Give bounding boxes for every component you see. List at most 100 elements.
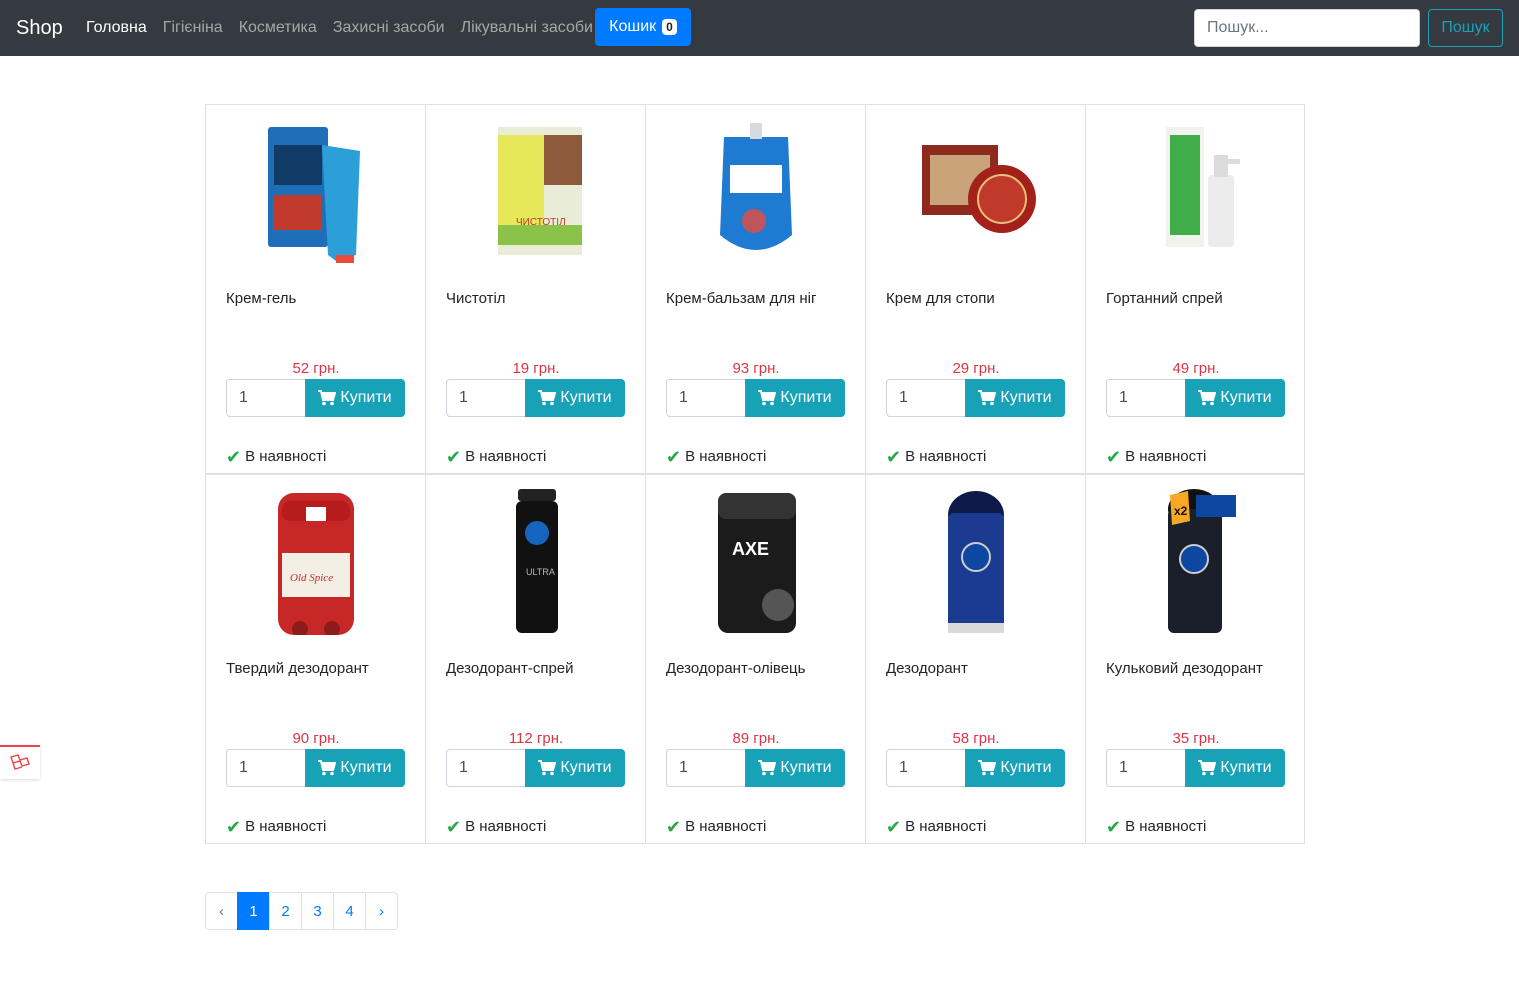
svg-text:ULTRA: ULTRA [526, 567, 555, 577]
search-button[interactable]: Пошук [1428, 9, 1503, 47]
cart-icon [538, 760, 557, 776]
product-name[interactable]: Крем-гель [226, 290, 296, 307]
quantity-input[interactable] [1106, 749, 1186, 787]
quantity-input[interactable] [446, 749, 526, 787]
check-icon: ✔ [446, 446, 462, 467]
svg-text:ЧИСТОТІЛ: ЧИСТОТІЛ [516, 217, 566, 228]
spray-bottle-icon[interactable] [1136, 115, 1256, 265]
svg-text:Old Spice: Old Spice [290, 572, 333, 584]
buy-label: Купити [560, 389, 612, 406]
check-icon: ✔ [226, 446, 242, 467]
balm-pouch-icon[interactable] [696, 115, 816, 265]
pagination: ‹ 1 2 3 4 › [205, 892, 398, 930]
quantity-input[interactable] [886, 749, 966, 787]
stock-status: ✔ В наявності [446, 446, 546, 467]
buy-label: Купити [1220, 389, 1272, 406]
product-price: 58 грн. [952, 730, 1000, 747]
product-card: Дезодорант 58 грн. Купити ✔ В наявності [865, 474, 1085, 844]
quantity-input[interactable] [886, 379, 966, 417]
cream-jar-icon[interactable] [916, 115, 1036, 265]
cart-count-badge: 0 [662, 19, 677, 35]
product-name[interactable]: Гортанний спрей [1106, 290, 1223, 307]
nav-link-medical[interactable]: Лікувальні засоби [453, 16, 601, 40]
quantity-input[interactable] [446, 379, 526, 417]
buy-button[interactable]: Купити [525, 379, 625, 417]
page-1-button[interactable]: 1 [237, 892, 270, 930]
buy-button[interactable]: Купити [305, 379, 405, 417]
quantity-input[interactable] [666, 749, 746, 787]
nav-link-protective[interactable]: Захисні засоби [325, 16, 453, 40]
svg-text:AXE: AXE [732, 539, 769, 559]
nav-links: Головна Гігієніна Косметика Захисні засо… [78, 0, 601, 56]
quantity-input[interactable] [226, 379, 306, 417]
stock-label: В наявності [905, 818, 987, 835]
buy-button[interactable]: Купити [1185, 749, 1285, 787]
stock-status: ✔ В наявності [226, 446, 326, 467]
cart-button[interactable]: Кошик 0 [595, 8, 691, 46]
cream-tube-icon[interactable] [256, 115, 376, 265]
buy-button[interactable]: Купити [305, 749, 405, 787]
cart-icon [1198, 760, 1217, 776]
nav-link-hygiene[interactable]: Гігієніна [155, 16, 231, 40]
deodorant-pencil-icon[interactable]: AXE [696, 485, 816, 635]
page-2-button[interactable]: 2 [269, 892, 302, 930]
product-name[interactable]: Крем для стопи [886, 290, 995, 307]
nav-link-cosmetics[interactable]: Косметика [231, 16, 325, 40]
stock-label: В наявності [905, 448, 987, 465]
debug-toolbar-icon[interactable] [0, 745, 40, 779]
stock-status: ✔ В наявності [886, 818, 987, 836]
cart-label: Кошик [609, 18, 657, 35]
stock-label: В наявності [465, 818, 547, 835]
stock-status: ✔ В наявності [1106, 818, 1207, 836]
quantity-input[interactable] [666, 379, 746, 417]
cart-icon [318, 760, 337, 776]
spray-can-icon[interactable]: ULTRA [476, 485, 596, 635]
cart-icon [318, 390, 337, 406]
product-name[interactable]: Крем-бальзам для ніг [666, 290, 816, 307]
cart-icon [1198, 390, 1217, 406]
product-price: 19 грн. [512, 360, 560, 377]
product-card: ЧИСТОТІЛ Чистотіл 19 грн. Купити ✔ В ная… [425, 104, 645, 474]
page-3-button[interactable]: 3 [301, 892, 334, 930]
product-card: Гортанний спрей 49 грн. Купити ✔ В наявн… [1085, 104, 1305, 474]
product-name[interactable]: Дезодорант [886, 660, 968, 677]
page-4-button[interactable]: 4 [333, 892, 366, 930]
svg-text:x2: x2 [1174, 504, 1188, 518]
stock-status: ✔ В наявності [886, 448, 987, 466]
buy-button[interactable]: Купити [965, 379, 1065, 417]
cart-icon [538, 390, 557, 406]
product-name[interactable]: Твердий дезодорант [226, 660, 369, 677]
quantity-input[interactable] [1106, 379, 1186, 417]
buy-button[interactable]: Купити [745, 749, 845, 787]
product-price: 29 грн. [952, 360, 1000, 377]
buy-button[interactable]: Купити [745, 379, 845, 417]
stick-deodorant-icon[interactable]: Old Spice [256, 485, 376, 635]
stock-label: В наявності [685, 818, 767, 835]
stock-label: В наявності [1125, 818, 1207, 835]
product-price: 90 грн. [292, 730, 340, 747]
nav-link-home[interactable]: Головна [78, 16, 155, 40]
roll-on-double-icon[interactable]: x2 [1136, 485, 1256, 635]
page-next-button[interactable]: › [365, 892, 398, 930]
product-price: 52 грн. [292, 360, 340, 377]
buy-label: Купити [560, 759, 612, 776]
roll-on-icon[interactable] [916, 485, 1036, 635]
stock-label: В наявності [685, 448, 767, 465]
product-name[interactable]: Кульковий дезодорант [1106, 660, 1263, 677]
product-name[interactable]: Чистотіл [446, 290, 506, 307]
buy-button[interactable]: Купити [1185, 379, 1285, 417]
buy-button[interactable]: Купити [525, 749, 625, 787]
product-name[interactable]: Дезодорант-олівець [666, 660, 805, 677]
buy-button[interactable]: Купити [965, 749, 1065, 787]
product-card: x2 Кульковий дезодорант 35 грн. Купити ✔… [1085, 474, 1305, 844]
stock-status: ✔ В наявності [446, 818, 547, 836]
brand-logo[interactable]: Shop [16, 14, 63, 42]
quantity-input[interactable] [226, 749, 306, 787]
cart-icon [758, 760, 777, 776]
buy-label: Купити [340, 389, 392, 406]
page-prev-button[interactable]: ‹ [205, 892, 238, 930]
product-name[interactable]: Дезодорант-спрей [446, 660, 574, 677]
elixir-package-icon[interactable]: ЧИСТОТІЛ [476, 115, 596, 265]
search-input[interactable] [1194, 9, 1420, 47]
buy-label: Купити [1000, 759, 1052, 776]
